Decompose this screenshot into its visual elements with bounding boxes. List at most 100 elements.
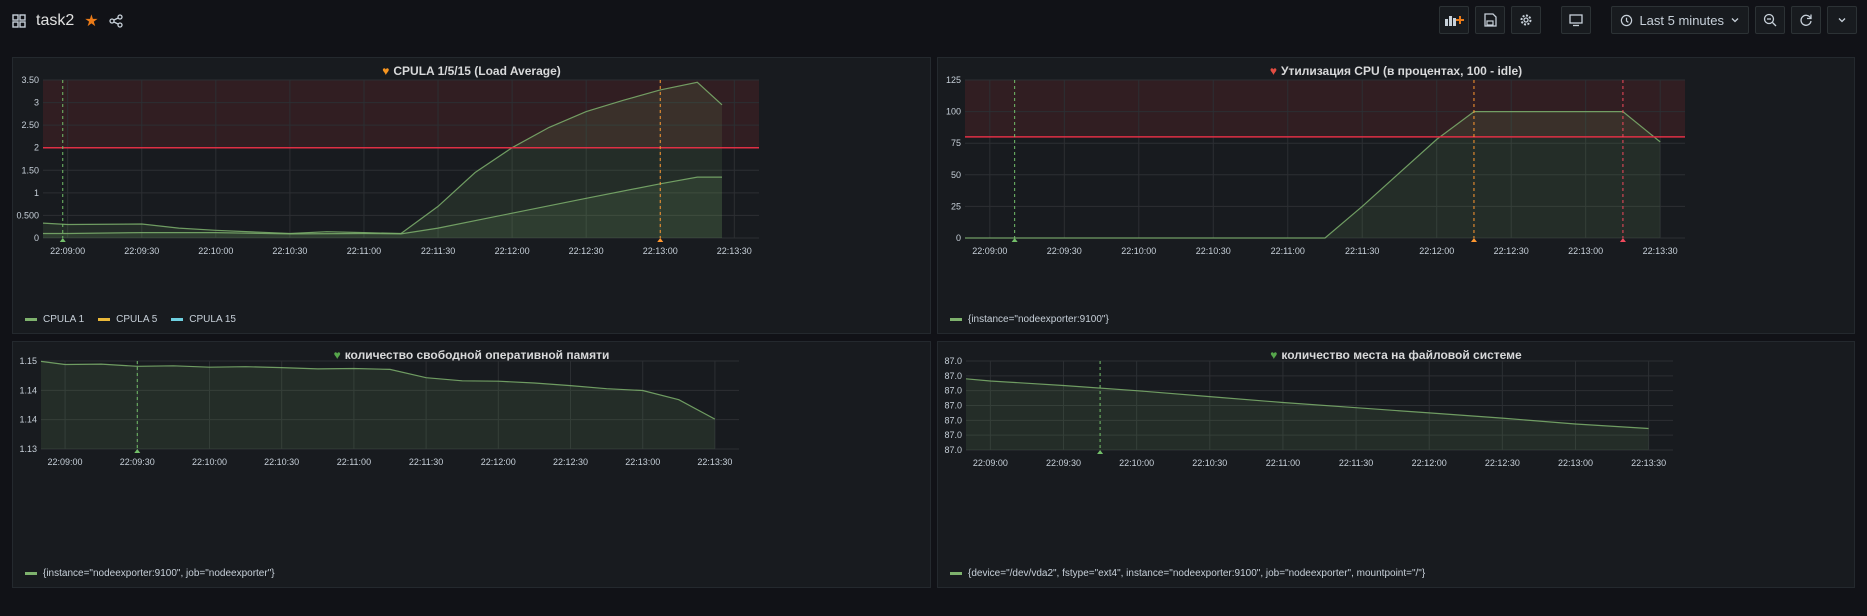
annotation-marker <box>1619 238 1626 242</box>
x-tick-label: 22:09:30 <box>1047 246 1082 256</box>
series-area <box>966 378 1649 450</box>
y-tick-label: 3.50 <box>21 75 39 85</box>
x-tick-label: 22:13:00 <box>1568 246 1603 256</box>
legend-item[interactable]: CPULA 1 <box>25 314 84 325</box>
legend: {instance="nodeexporter:9100"} <box>950 314 1109 325</box>
x-tick-label: 22:10:00 <box>1121 246 1156 256</box>
x-tick-label: 22:10:30 <box>272 246 307 256</box>
legend-swatch <box>171 318 184 321</box>
legend-label: CPULA 5 <box>116 314 158 325</box>
y-tick-label: 87.0 <box>944 386 962 396</box>
chevron-down-icon <box>1838 18 1846 23</box>
add-panel-icon <box>1445 16 1465 26</box>
panel-cpu-utilization[interactable]: ♥ Утилизация CPU (в процентах, 100 - idle… <box>937 57 1855 334</box>
legend-item[interactable]: {instance="nodeexporter:9100", job="node… <box>25 568 275 579</box>
legend-label: CPULA 1 <box>43 314 85 325</box>
zoom-out-button[interactable] <box>1755 6 1785 34</box>
save-dashboard-button[interactable] <box>1475 6 1506 34</box>
refresh-icon <box>1800 14 1812 26</box>
legend-item[interactable]: CPULA 5 <box>98 314 157 325</box>
x-tick-label: 22:12:00 <box>1412 458 1447 468</box>
legend-swatch <box>950 318 962 321</box>
panel-free-memory[interactable]: ♥ количество свободной оперативной памяти… <box>12 341 931 588</box>
legend-item[interactable]: CPULA 15 <box>171 314 236 325</box>
legend-swatch <box>98 318 111 321</box>
dashboard-settings-button[interactable] <box>1511 6 1542 34</box>
chart-filesystem[interactable]: 87.0 87.0 87.0 87.0 87.0 87.0 87.0 22:09:00 22:0… <box>938 342 1856 589</box>
clock-icon <box>1621 14 1633 26</box>
dashboard-toolbar: Last 5 minutes <box>1439 6 1857 34</box>
y-tick-label: 1.50 <box>21 165 39 175</box>
annotation-marker <box>1097 450 1104 454</box>
x-tick-label: 22:09:00 <box>973 458 1008 468</box>
annotation-marker <box>657 238 664 242</box>
annotation-marker <box>59 238 66 242</box>
legend-item[interactable]: {instance="nodeexporter:9100"} <box>950 314 1109 325</box>
legend-item[interactable]: {device="/dev/vda2", fstype="ext4", inst… <box>950 568 1425 579</box>
x-tick-label: 22:10:30 <box>1196 246 1231 256</box>
monitor-icon <box>1569 14 1584 27</box>
y-tick-label: 1.15 <box>19 356 37 366</box>
x-tick-label: 22:11:00 <box>337 457 371 467</box>
x-tick-label: 22:09:30 <box>120 457 155 467</box>
share-icon[interactable] <box>108 14 123 28</box>
refresh-button[interactable] <box>1791 6 1821 34</box>
x-tick-label: 22:11:30 <box>1339 458 1373 468</box>
add-panel-button[interactable] <box>1439 6 1470 34</box>
chart-free-memory[interactable]: 1.13 1.14 1.14 1.15 22:09:00 22:09:30 22:10:00… <box>13 342 932 589</box>
panel-cpula-load-average[interactable]: ♥ CPULA 1/5/15 (Load Average) 0 0.500 1 1.50… <box>12 57 931 334</box>
x-tick-label: 22:11:00 <box>1271 246 1305 256</box>
refresh-interval-dropdown[interactable] <box>1827 6 1857 34</box>
x-tick-label: 22:12:30 <box>553 457 588 467</box>
x-tick-label: 22:11:00 <box>347 246 381 256</box>
y-tick-label: 1.14 <box>19 415 37 425</box>
x-tick-label: 22:12:00 <box>495 246 530 256</box>
y-tick-label: 87.0 <box>944 356 962 366</box>
star-icon[interactable]: ★ <box>84 11 98 31</box>
annotation-marker <box>1470 238 1477 242</box>
annotation-marker <box>134 449 141 453</box>
x-tick-label: 22:10:00 <box>192 457 227 467</box>
y-tick-label: 87.0 <box>944 371 962 381</box>
legend-label: {device="/dev/vda2", fstype="ext4", inst… <box>968 568 1426 579</box>
chevron-down-icon <box>1731 18 1739 23</box>
chart-cpu-utilization[interactable]: 0 25 50 75 100 125 22:09:00 22:09:30 22:10:00 22:… <box>938 58 1856 335</box>
y-tick-label: 2 <box>34 143 39 153</box>
legend-swatch <box>25 572 37 575</box>
y-tick-label: 25 <box>951 201 961 211</box>
x-tick-label: 22:09:00 <box>972 246 1007 256</box>
x-tick-label: 22:09:30 <box>1046 458 1081 468</box>
y-tick-label: 100 <box>946 107 961 117</box>
time-range-picker[interactable]: Last 5 minutes <box>1611 6 1749 34</box>
dashboard-title[interactable]: task2 <box>36 12 74 30</box>
y-tick-label: 87.0 <box>944 401 962 411</box>
chart-cpula[interactable]: 0 0.500 1 1.50 2 2.50 3 3.50 22:09:00 22:09:30 22:… <box>13 58 932 335</box>
dashboards-grid-icon[interactable] <box>12 14 26 28</box>
y-tick-label: 1 <box>34 188 39 198</box>
x-tick-label: 22:10:00 <box>1119 458 1154 468</box>
legend-label: CPULA 15 <box>189 314 236 325</box>
y-tick-label: 2.50 <box>21 120 39 130</box>
x-tick-label: 22:13:00 <box>643 246 678 256</box>
x-tick-label: 22:12:00 <box>1419 246 1454 256</box>
legend: CPULA 1 CPULA 5 CPULA 15 <box>25 314 236 325</box>
x-tick-label: 22:09:00 <box>48 457 83 467</box>
x-tick-label: 22:13:30 <box>1631 458 1666 468</box>
legend-swatch <box>25 318 37 321</box>
x-tick-label: 22:13:30 <box>697 457 732 467</box>
y-tick-label: 125 <box>946 75 961 85</box>
y-tick-label: 87.0 <box>944 445 962 455</box>
tv-mode-button[interactable] <box>1561 6 1592 34</box>
x-tick-label: 22:12:00 <box>481 457 516 467</box>
y-tick-label: 50 <box>951 170 961 180</box>
y-tick-label: 0.500 <box>16 210 39 220</box>
legend: {instance="nodeexporter:9100", job="node… <box>25 568 275 579</box>
panel-filesystem-space[interactable]: ♥ количество места на файловой системе 87… <box>937 341 1855 588</box>
x-tick-label: 22:11:30 <box>421 246 455 256</box>
x-tick-label: 22:10:30 <box>264 457 299 467</box>
x-tick-label: 22:09:00 <box>50 246 85 256</box>
series-area <box>41 361 715 449</box>
x-tick-label: 22:12:30 <box>1494 246 1529 256</box>
zoom-out-icon <box>1763 13 1777 27</box>
y-tick-label: 3 <box>34 98 39 108</box>
